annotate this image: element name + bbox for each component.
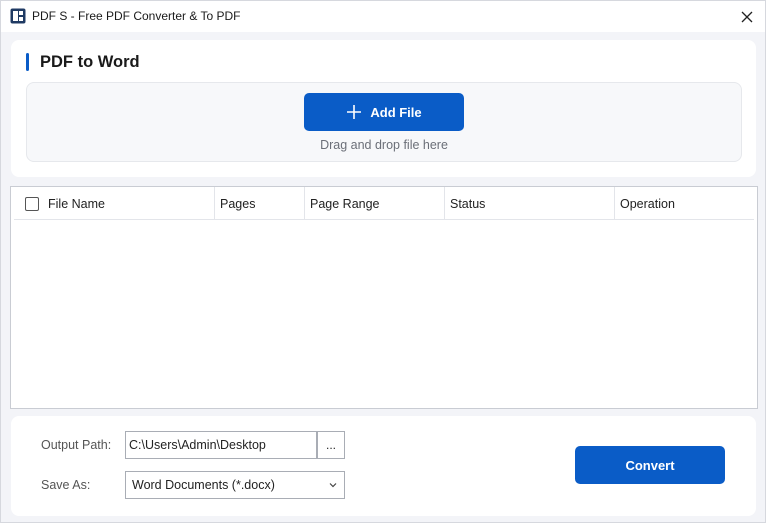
save-as-select[interactable]: Word Documents (*.docx) — [125, 471, 345, 499]
save-as-value: Word Documents (*.docx) — [132, 478, 275, 492]
table-header: File Name Pages Page Range Status Operat… — [14, 187, 754, 220]
output-path-input[interactable] — [125, 431, 317, 459]
save-as-label: Save As: — [41, 478, 91, 492]
column-pages: Pages — [215, 187, 305, 220]
output-settings-card: Output Path: ... Save As: Word Documents… — [11, 416, 756, 516]
conversion-card: PDF to Word Add File Drag and drop file … — [11, 40, 756, 177]
column-header-label: Page Range — [310, 196, 380, 211]
browse-button[interactable]: ... — [317, 431, 345, 459]
window-title: PDF S - Free PDF Converter & To PDF — [32, 9, 241, 23]
drop-hint: Drag and drop file here — [320, 138, 448, 152]
column-file-name: File Name — [14, 187, 215, 220]
file-table: File Name Pages Page Range Status Operat… — [10, 186, 758, 409]
close-icon — [741, 11, 753, 23]
column-operation: Operation — [615, 187, 735, 220]
column-header-label: Pages — [220, 196, 256, 211]
chevron-down-icon — [328, 480, 338, 490]
title-bar: PDF S - Free PDF Converter & To PDF — [1, 1, 765, 32]
column-header-label: Status — [450, 196, 486, 211]
file-dropzone[interactable]: Add File Drag and drop file here — [26, 82, 742, 162]
app-window: PDF S - Free PDF Converter & To PDF PDF … — [0, 0, 766, 523]
close-button[interactable] — [729, 1, 765, 32]
column-status: Status — [445, 187, 615, 220]
add-file-label: Add File — [370, 104, 422, 120]
column-header-label: File Name — [48, 196, 105, 211]
app-logo-icon — [10, 8, 26, 24]
column-page-range: Page Range — [305, 187, 445, 220]
section-accent-bar — [26, 53, 29, 71]
select-all-checkbox[interactable] — [25, 196, 39, 211]
output-path-label: Output Path: — [41, 438, 112, 452]
page-title: PDF to Word — [40, 53, 140, 71]
column-header-label: Operation — [620, 196, 675, 211]
plus-icon — [346, 104, 362, 120]
convert-button[interactable]: Convert — [575, 446, 725, 484]
add-file-button[interactable]: Add File — [304, 93, 464, 131]
